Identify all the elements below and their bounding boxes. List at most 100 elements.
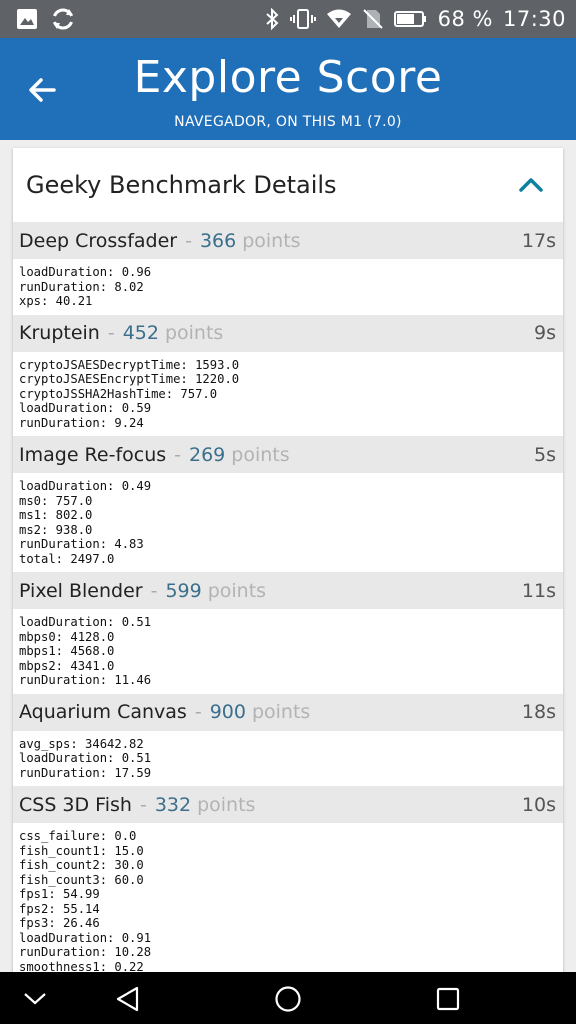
page-subtitle: NAVEGADOR, ON THIS M1 (7.0) xyxy=(174,114,402,130)
test-score-unit: points xyxy=(242,229,301,252)
wifi-icon xyxy=(326,8,352,30)
bluetooth-icon xyxy=(264,7,280,31)
test-details: cryptoJSAESDecryptTime: 1593.0 cryptoJSAE… xyxy=(13,352,563,437)
detail-line: xps: 40.21 xyxy=(19,294,93,308)
benchmark-details-card: Geeky Benchmark Details Deep Crossfader -… xyxy=(13,148,563,978)
test-title: Kruptein -452 points xyxy=(19,322,223,344)
detail-line: avg_sps: 34642.82 xyxy=(19,736,144,751)
test-duration: 17s xyxy=(521,229,556,252)
detail-line: cryptoJSSHA2HashTime: 757.0 xyxy=(19,386,218,401)
test-details: avg_sps: 34642.82 loadDuration: 0.51 runDu… xyxy=(13,731,563,787)
detail-line: mbps0: 4128.0 xyxy=(19,629,115,644)
detail-line: runDuration: 9.24 xyxy=(19,415,144,430)
detail-line: fish_count2: 30.0 xyxy=(19,858,144,872)
test-score-unit: points xyxy=(197,793,256,816)
status-bar-left xyxy=(16,6,76,32)
test-score-unit: points xyxy=(207,579,267,602)
chevron-up-icon xyxy=(519,178,543,192)
test-separator: - xyxy=(194,701,202,723)
detail-line: ms0: 757.0 xyxy=(19,493,93,508)
test-header: CSS 3D Fish -332 points 10s xyxy=(13,786,563,823)
detail-line: loadDuration: 0.49 xyxy=(19,479,152,493)
test-section: Aquarium Canvas -900 points 18s avg_sps: 346… xyxy=(13,693,563,787)
test-title: CSS 3D Fish -332 points xyxy=(19,794,255,816)
test-duration: 11s xyxy=(521,579,556,602)
detail-line: cryptoJSAESEncryptTime: 1220.0 xyxy=(19,372,240,386)
detail-line: ms2: 938.0 xyxy=(19,522,93,537)
detail-line: fish_count3: 60.0 xyxy=(19,872,144,887)
test-name: Pixel Blender xyxy=(19,579,143,602)
test-details: loadDuration: 0.96 runDuration: 8.02 xps: … xyxy=(13,259,563,315)
tests-list: Deep Crossfader -366 points 17s loadDuration… xyxy=(13,222,563,978)
detail-line: loadDuration: 0.96 xyxy=(19,265,152,279)
test-details: loadDuration: 0.51 mbps0: 4128.0 mbps1: 45… xyxy=(13,609,563,694)
app-bar: Explore Score NAVEGADOR, ON THIS M1 (7.0… xyxy=(0,38,576,140)
test-header: Pixel Blender -599 points 11s xyxy=(13,572,563,609)
test-name: Image Re-focus xyxy=(19,443,167,466)
detail-line: loadDuration: 0.51 xyxy=(19,751,152,765)
nav-recents-button[interactable] xyxy=(428,982,468,1016)
detail-line: mbps1: 4568.0 xyxy=(19,644,115,658)
detail-line: fish_count1: 15.0 xyxy=(19,843,144,858)
card-header[interactable]: Geeky Benchmark Details xyxy=(13,148,563,222)
sync-icon xyxy=(50,6,76,32)
test-separator: - xyxy=(174,443,181,466)
test-title: Image Re-focus -269 points xyxy=(19,444,290,466)
test-header: Kruptein -452 points 9s xyxy=(13,314,563,352)
nav-home-button[interactable] xyxy=(268,982,308,1016)
detail-line: total: 2497.0 xyxy=(19,551,115,566)
test-section: CSS 3D Fish -332 points 10s css_failure: 0.0… xyxy=(13,786,563,978)
detail-line: fps3: 26.46 xyxy=(19,916,100,930)
test-score: 599 xyxy=(165,579,202,602)
test-duration: 9s xyxy=(534,322,556,344)
test-duration: 10s xyxy=(521,793,556,816)
detail-line: ms1: 802.0 xyxy=(19,508,93,522)
test-duration: 18s xyxy=(521,701,556,723)
hide-keyboard-button[interactable] xyxy=(15,982,55,1016)
status-bar-right: 68 % 17:30 xyxy=(264,7,566,31)
detail-line: fps2: 55.14 xyxy=(19,901,100,916)
detail-line: mbps2: 4341.0 xyxy=(19,658,115,673)
test-score-unit: points xyxy=(164,322,224,344)
battery-percent: 68 % xyxy=(437,7,493,31)
detail-line: runDuration: 4.83 xyxy=(19,537,144,551)
clock: 17:30 xyxy=(502,7,566,31)
back-triangle-icon xyxy=(116,986,139,1012)
detail-line: loadDuration: 0.91 xyxy=(19,930,152,945)
test-score-unit: points xyxy=(231,443,290,466)
detail-line: runDuration: 11.46 xyxy=(19,673,152,687)
test-duration: 5s xyxy=(534,443,556,466)
detail-line: loadDuration: 0.51 xyxy=(19,615,152,629)
card-title: Geeky Benchmark Details xyxy=(26,171,337,199)
test-header: Aquarium Canvas -900 points 18s xyxy=(13,693,563,731)
test-title: Aquarium Canvas -900 points xyxy=(19,701,310,723)
test-name: Aquarium Canvas xyxy=(19,701,187,723)
test-separator: - xyxy=(107,322,115,344)
test-name: Deep Crossfader xyxy=(19,229,178,252)
test-score: 452 xyxy=(122,322,159,344)
test-separator: - xyxy=(150,579,158,602)
collapse-button[interactable] xyxy=(513,167,549,203)
test-title: Deep Crossfader -366 points xyxy=(19,230,301,252)
no-sim-icon xyxy=(362,8,384,30)
nav-back-button[interactable] xyxy=(108,982,148,1016)
test-score: 332 xyxy=(154,793,192,816)
test-section: Pixel Blender -599 points 11s loadDuration: … xyxy=(13,572,563,694)
battery-icon xyxy=(393,10,428,28)
recents-square-icon xyxy=(436,987,460,1011)
page-title: Explore Score xyxy=(133,52,443,103)
test-section: Deep Crossfader -366 points 17s loadDuration… xyxy=(13,222,563,315)
test-separator: - xyxy=(139,793,147,816)
chevron-down-icon xyxy=(24,993,46,1005)
detail-line: runDuration: 17.59 xyxy=(19,765,152,780)
detail-line: cryptoJSAESDecryptTime: 1593.0 xyxy=(19,357,240,372)
vibrate-icon xyxy=(289,7,316,31)
image-icon xyxy=(16,8,38,30)
test-section: Kruptein -452 points 9s cryptoJSAESDecryptTi… xyxy=(13,314,563,437)
test-header: Image Re-focus -269 points 5s xyxy=(13,436,563,473)
test-section: Image Re-focus -269 points 5s loadDuration: … xyxy=(13,436,563,572)
detail-line: loadDuration: 0.59 xyxy=(19,401,152,415)
test-name: Kruptein xyxy=(19,322,100,344)
test-details: css_failure: 0.0 fish_count1: 15.0 fish_co… xyxy=(13,823,563,978)
test-score: 269 xyxy=(189,443,226,466)
